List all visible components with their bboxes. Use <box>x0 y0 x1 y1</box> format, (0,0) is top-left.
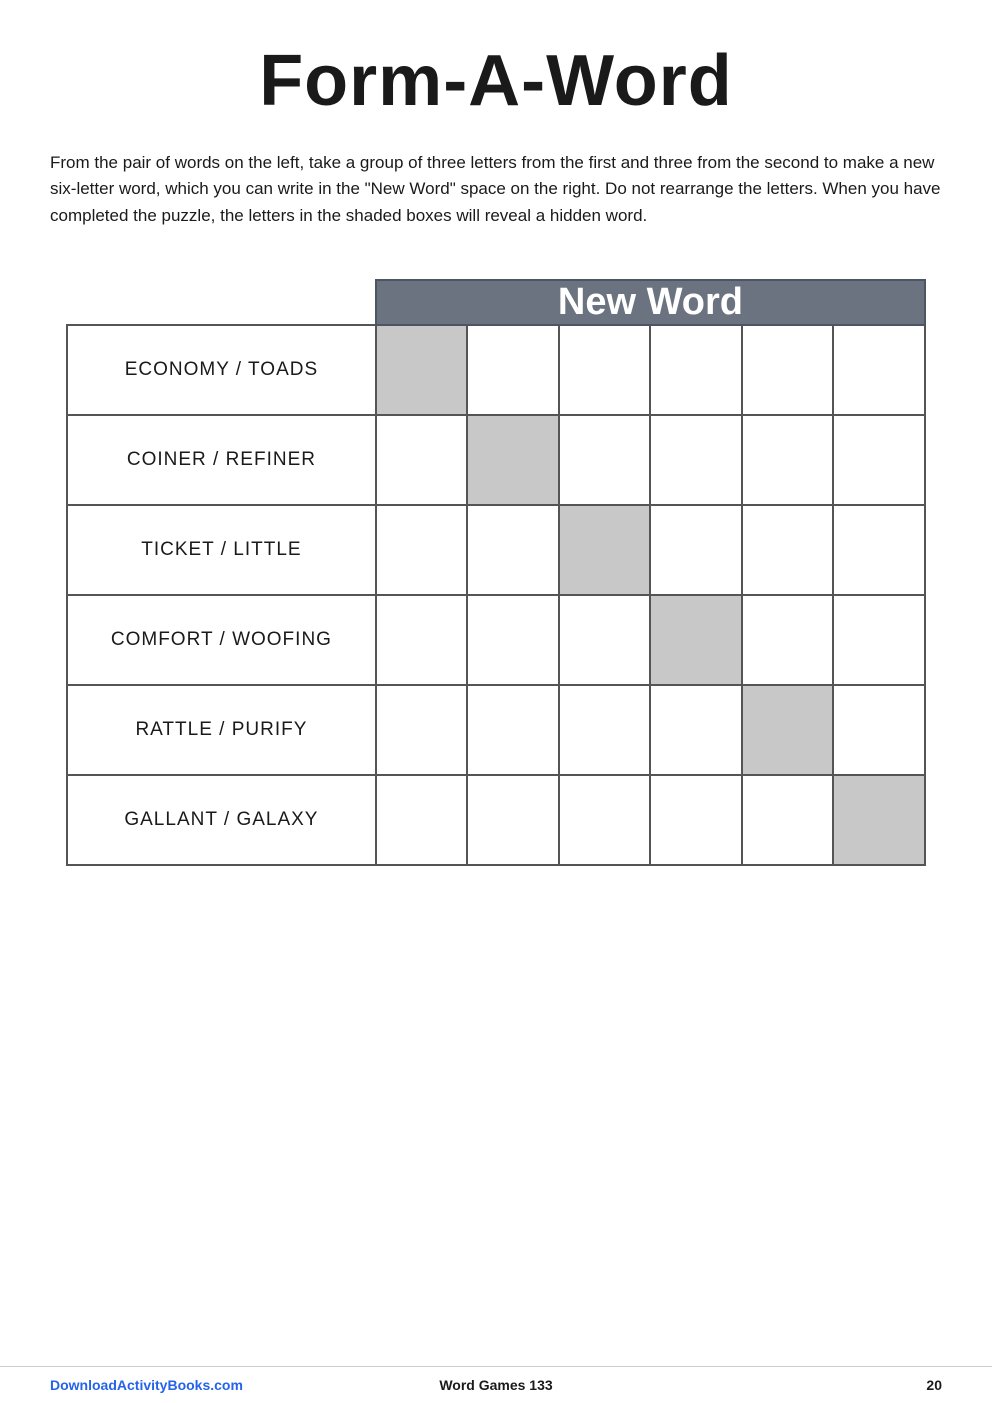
new-word-header: New Word <box>376 280 925 325</box>
letter-cell <box>376 775 468 865</box>
letter-cell <box>559 595 651 685</box>
letter-cell <box>833 595 925 685</box>
letter-cell <box>833 415 925 505</box>
letter-cell <box>467 325 559 415</box>
letter-cell <box>467 595 559 685</box>
letter-cell <box>559 325 651 415</box>
letter-cell <box>559 415 651 505</box>
puzzle-wrapper: New Word ECONOMY / TOADSCOINER / REFINER… <box>50 279 942 866</box>
word-label: TICKET / LITTLE <box>67 505 376 595</box>
footer: DownloadActivityBooks.com Word Games 133… <box>0 1366 992 1403</box>
word-label: ECONOMY / TOADS <box>67 325 376 415</box>
footer-site: DownloadActivityBooks.com <box>50 1377 347 1393</box>
letter-cell <box>559 505 651 595</box>
word-label: RATTLE / PURIFY <box>67 685 376 775</box>
letter-cell <box>467 775 559 865</box>
letter-cell <box>650 775 742 865</box>
page-content: Form-A-Word From the pair of words on th… <box>0 0 992 1366</box>
letter-cell <box>742 505 834 595</box>
table-row: GALLANT / GALAXY <box>67 775 925 865</box>
word-label: GALLANT / GALAXY <box>67 775 376 865</box>
letter-cell <box>376 415 468 505</box>
letter-cell <box>742 415 834 505</box>
letter-cell <box>467 415 559 505</box>
table-row: TICKET / LITTLE <box>67 505 925 595</box>
label-spacer <box>67 280 376 325</box>
letter-cell <box>742 685 834 775</box>
letter-cell <box>467 685 559 775</box>
table-row: COINER / REFINER <box>67 415 925 505</box>
letter-cell <box>742 595 834 685</box>
word-label: COMFORT / WOOFING <box>67 595 376 685</box>
table-row: RATTLE / PURIFY <box>67 685 925 775</box>
letter-cell <box>467 505 559 595</box>
letter-cell <box>650 325 742 415</box>
letter-cell <box>376 595 468 685</box>
letter-cell <box>833 685 925 775</box>
letter-cell <box>742 775 834 865</box>
letter-cell <box>376 505 468 595</box>
letter-cell <box>376 685 468 775</box>
letter-cell <box>742 325 834 415</box>
instructions: From the pair of words on the left, take… <box>50 150 942 229</box>
letter-cell <box>833 505 925 595</box>
letter-cell <box>650 685 742 775</box>
footer-book-title: Word Games 133 <box>347 1377 644 1393</box>
letter-cell <box>376 325 468 415</box>
puzzle-table: New Word ECONOMY / TOADSCOINER / REFINER… <box>66 279 926 866</box>
letter-cell <box>833 325 925 415</box>
footer-page-number: 20 <box>645 1377 942 1393</box>
letter-cell <box>833 775 925 865</box>
table-row: COMFORT / WOOFING <box>67 595 925 685</box>
letter-cell <box>650 505 742 595</box>
letter-cell <box>650 595 742 685</box>
letter-cell <box>559 685 651 775</box>
table-row: ECONOMY / TOADS <box>67 325 925 415</box>
letter-cell <box>650 415 742 505</box>
letter-cell <box>559 775 651 865</box>
header-row: New Word <box>67 280 925 325</box>
page-title: Form-A-Word <box>50 40 942 122</box>
word-label: COINER / REFINER <box>67 415 376 505</box>
